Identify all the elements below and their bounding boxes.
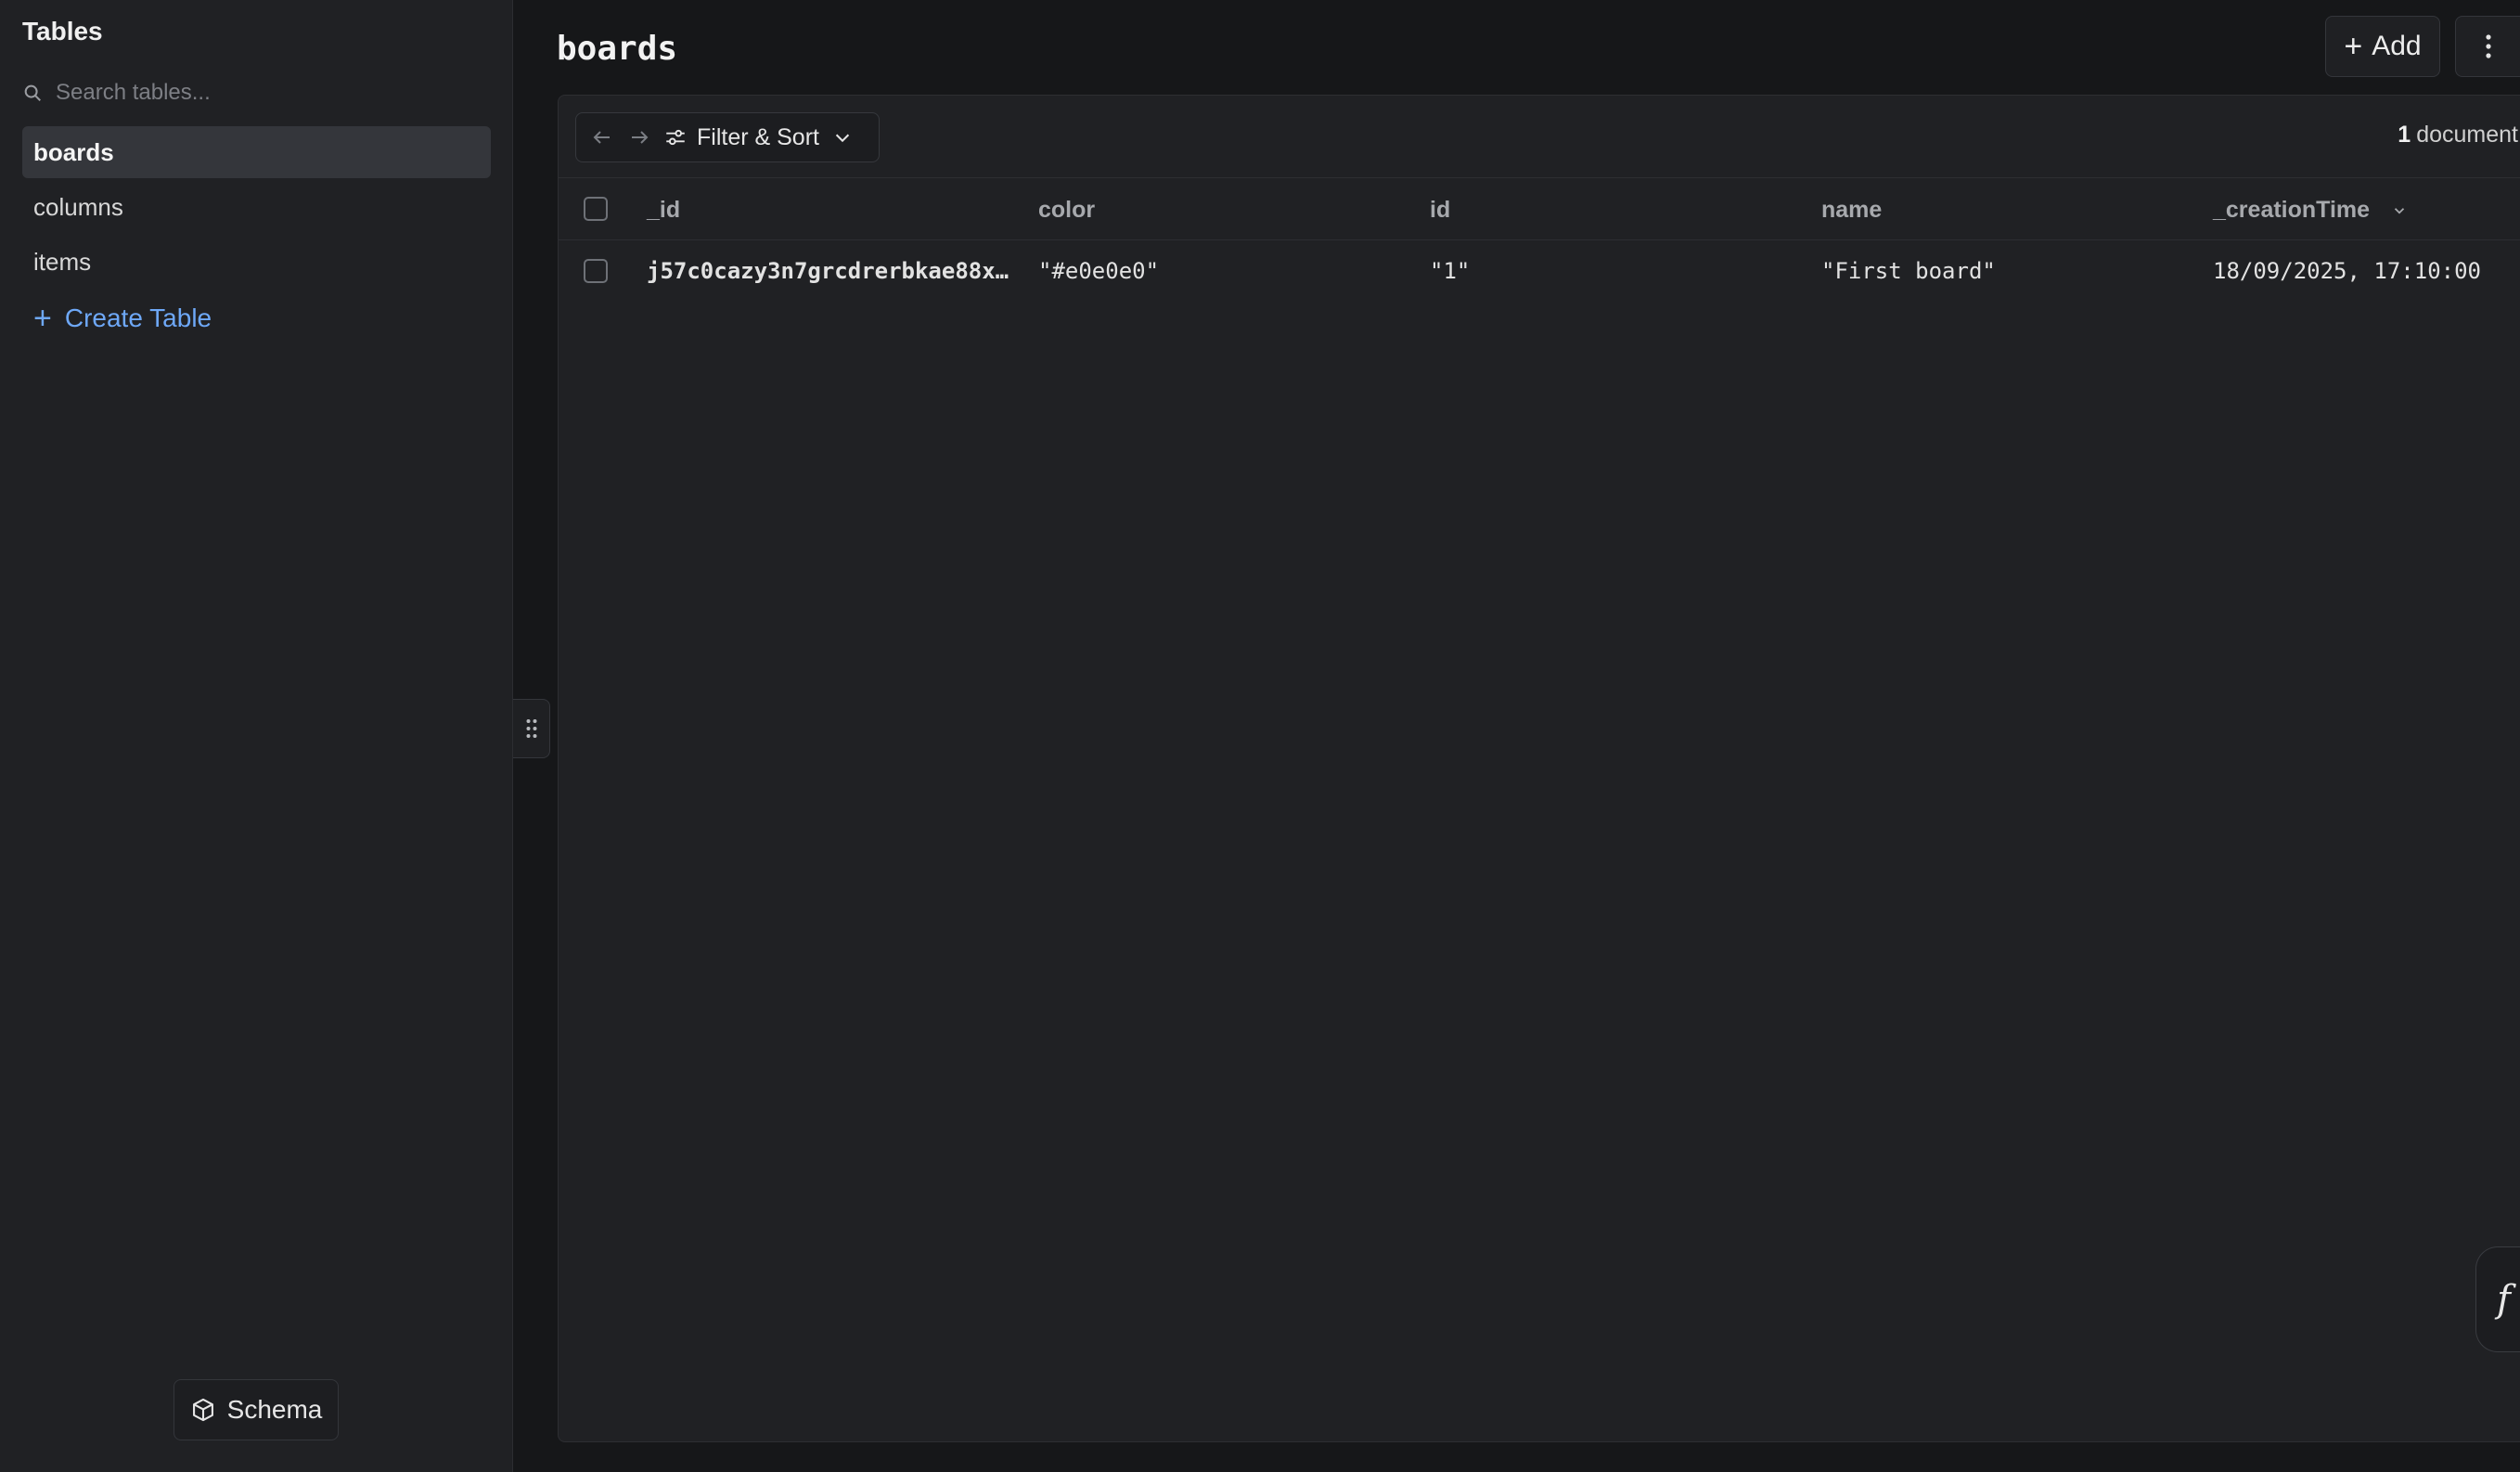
column-header-name[interactable]: name [1821,178,1882,241]
back-arrow-icon[interactable] [584,119,621,156]
search-input[interactable] [54,79,462,107]
sliders-icon [666,129,685,146]
create-table-label: Create Table [64,303,212,332]
document-count-value: 1 [2398,122,2411,148]
sidebar-item-boards[interactable]: boards [22,126,491,178]
toolbar: Filter & Sort [575,112,880,162]
create-table-button[interactable]: + Create Table [33,303,212,334]
schema-label: Schema [226,1395,323,1424]
cell-creation-time[interactable]: 18/09/2025, 17:10:00 [2213,240,2519,302]
cell-name[interactable]: "First board" [1821,240,2196,302]
filter-sort-label: Filter & Sort [697,123,819,150]
search-icon [24,84,41,101]
function-runner-tab[interactable]: f [2475,1246,2520,1352]
table-list: boards columns items [22,126,491,291]
column-header-id[interactable]: id [1430,178,1450,241]
plus-icon: + [2344,28,2363,64]
document-count: 1 document [2398,122,2520,148]
sidebar-resize-handle[interactable] [513,699,550,758]
search-tables [22,74,491,111]
vertical-dots-icon [2485,34,2491,58]
column-header-creation-time-label: _creationTime [2213,197,2371,223]
schema-button[interactable]: Schema [174,1379,339,1440]
row-checkbox[interactable] [584,259,608,283]
column-header-creation-time[interactable]: _creationTime [2213,178,2408,241]
document-count-label: document [2416,122,2518,148]
table-row[interactable]: j57c0cazy3n7grcdrerbkae88x… "#e0e0e0" "1… [559,240,2520,302]
sidebar-item-items[interactable]: items [22,236,491,288]
sidebar-item-columns[interactable]: columns [22,181,491,233]
cube-icon [192,1398,213,1422]
sidebar: Tables boards columns items + Create Tab… [0,0,513,1472]
more-options-button[interactable] [2455,16,2520,77]
cell-color[interactable]: "#e0e0e0" [1038,240,1413,302]
sidebar-title: Tables [22,17,103,45]
page-title: boards [557,30,678,68]
add-button[interactable]: + Add [2325,16,2440,77]
filter-sort-button[interactable]: Filter & Sort [663,124,862,151]
chevron-down-icon [835,134,850,143]
grip-dots-icon [526,719,536,738]
forward-arrow-icon[interactable] [621,119,658,156]
cell-id[interactable]: "1" [1430,240,1805,302]
plus-icon: + [33,301,52,336]
add-label: Add [2372,31,2422,61]
data-panel: Filter & Sort 1 document _id color id nam… [558,95,2520,1442]
select-all-checkbox[interactable] [584,197,608,221]
cell-_id[interactable]: j57c0cazy3n7grcdrerbkae88x… [647,240,1022,302]
column-header-_id[interactable]: _id [647,178,680,241]
column-header-color[interactable]: color [1038,178,1095,241]
sort-chevron-icon[interactable] [2391,202,2408,219]
table-header: _id color id name _creationTime [559,177,2520,240]
